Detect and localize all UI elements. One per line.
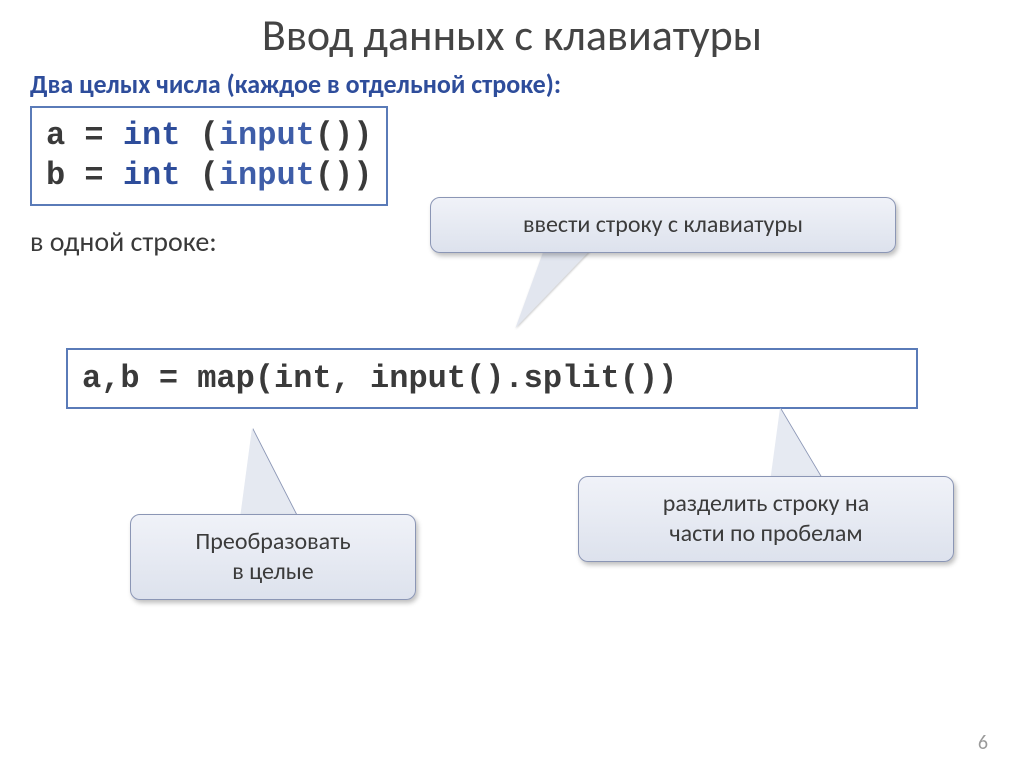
- keyword-split: split: [524, 360, 620, 397]
- code-text: ()): [620, 360, 678, 397]
- callout-pointer: [770, 408, 824, 482]
- keyword-int: int: [123, 157, 181, 194]
- code-text: a =: [46, 117, 123, 154]
- code-text: a,b =: [82, 360, 197, 397]
- keyword-input: input: [219, 117, 315, 154]
- callout-input-string: ввести строку с клавиатуры: [430, 197, 896, 253]
- code-line-1: a = int (input()): [46, 116, 372, 156]
- code-text: ()): [315, 157, 373, 194]
- code-block-two-lines: a = int (input()) b = int (input()): [30, 106, 388, 206]
- page-number: 6: [978, 731, 988, 755]
- code-text: ,: [332, 360, 370, 397]
- keyword-input: input: [219, 157, 315, 194]
- code-text: (: [255, 360, 274, 397]
- callout-split-spaces: разделить строку на части по пробелам: [578, 476, 954, 562]
- code-text: (: [180, 117, 218, 154]
- code-text: ().: [466, 360, 524, 397]
- callout-convert-int: Преобразовать в целые: [130, 514, 416, 600]
- callout-pointer: [515, 248, 592, 328]
- code-text: (: [180, 157, 218, 194]
- keyword-int: int: [123, 117, 181, 154]
- slide-title: Ввод данных с клавиатуры: [0, 8, 1024, 62]
- code-block-map: a,b = map(int, input().split()): [66, 348, 918, 409]
- code-text: b =: [46, 157, 123, 194]
- keyword-map: map: [197, 360, 255, 397]
- callout-line: части по пробелам: [601, 519, 931, 549]
- callout-line: разделить строку на: [601, 489, 931, 519]
- callout-line: Преобразовать: [153, 527, 393, 557]
- subtitle: Два целых числа (каждое в отдельной стро…: [30, 68, 1024, 100]
- callout-pointer: [240, 428, 298, 518]
- callout-line: в целые: [153, 557, 393, 587]
- keyword-int: int: [274, 360, 332, 397]
- keyword-input: input: [370, 360, 466, 397]
- code-text: ()): [315, 117, 373, 154]
- code-line-2: b = int (input()): [46, 156, 372, 196]
